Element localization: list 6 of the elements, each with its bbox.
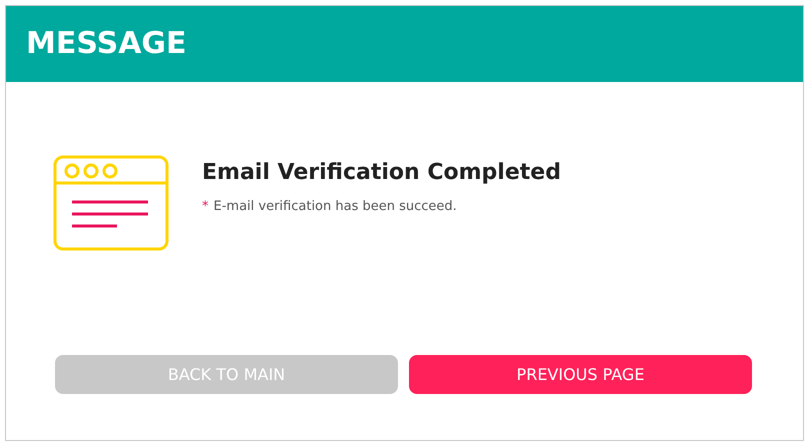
required-marker: * bbox=[202, 198, 208, 216]
browser-window-icon bbox=[53, 155, 169, 251]
action-button[interactable]: PREVIOUS PAGE bbox=[409, 355, 752, 394]
message-text: E-mail verification has been succeed. bbox=[214, 198, 457, 216]
message-title: Email Verification Completed bbox=[202, 159, 561, 186]
header-title: MESSAGE bbox=[26, 29, 187, 59]
